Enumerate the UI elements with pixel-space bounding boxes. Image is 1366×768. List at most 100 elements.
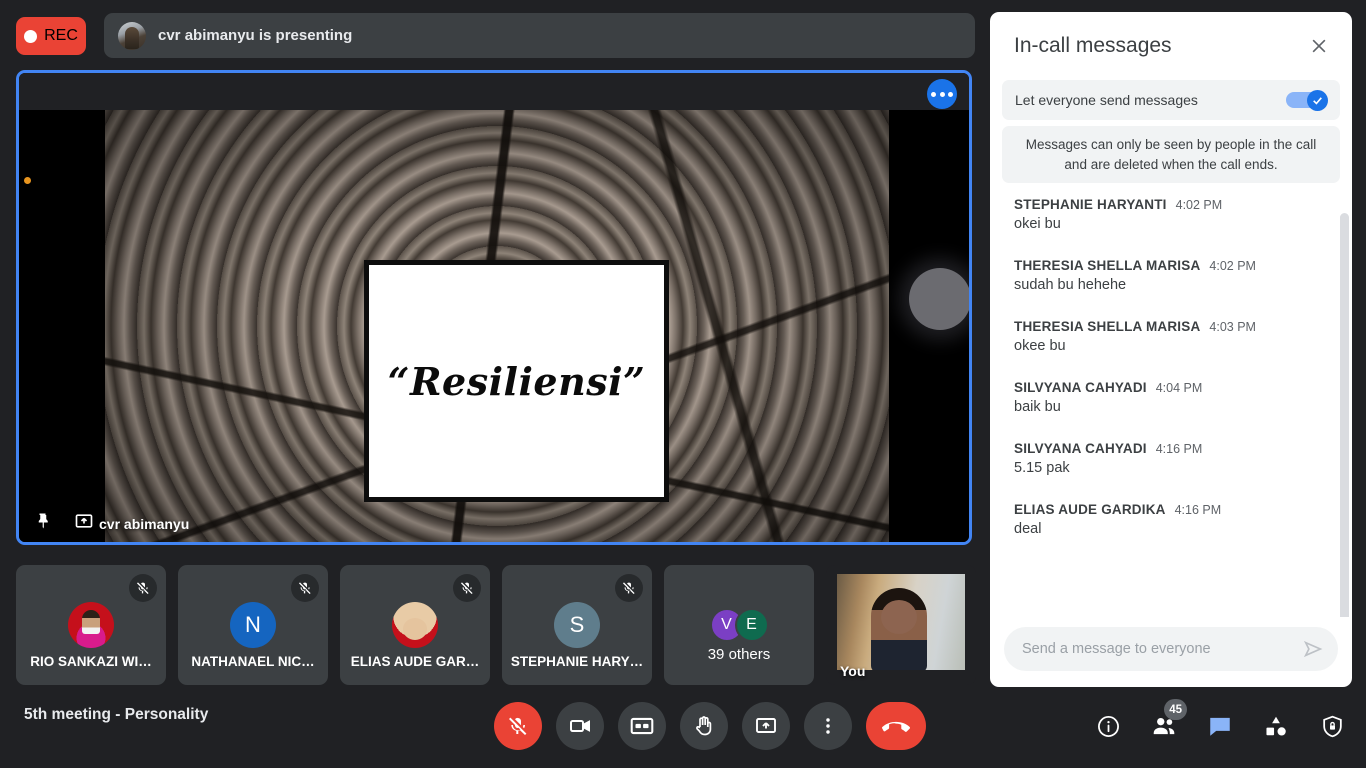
chat-message-time: 4:16 PM [1174, 503, 1222, 518]
chat-message: THERESIA SHELLA MARISA 4:02 PM sudah bu … [1014, 258, 1340, 293]
presenter-avatar [118, 21, 146, 50]
chat-message-author: ELIAS AUDE GARDIKA [1014, 502, 1166, 518]
chat-input-placeholder[interactable]: Send a message to everyone [1022, 641, 1292, 657]
chat-message: SILVYANA CAHYADI 4:04 PM baik bu [1014, 380, 1340, 415]
webcam-overlay-circle [909, 268, 969, 330]
thumbnail-name: ELIAS AUDE GAR… [350, 654, 480, 669]
camera-button[interactable] [556, 702, 604, 750]
avatar: E [734, 608, 769, 642]
activities-icon[interactable] [1258, 708, 1294, 744]
chat-message-author: THERESIA SHELLA MARISA [1014, 319, 1201, 335]
chat-message-time: 4:04 PM [1155, 381, 1203, 396]
bottom-control-bar: 5th meeting - Personality 45 [0, 688, 1366, 768]
chat-message-header: SILVYANA CAHYADI 4:16 PM [1014, 441, 1340, 456]
chat-toggle-label: Let everyone send messages [1015, 92, 1198, 108]
slide-title: “Resiliensi” [387, 358, 646, 404]
meeting-details-icon[interactable] [1090, 708, 1126, 744]
let-everyone-send-messages-row[interactable]: Let everyone send messages [1002, 80, 1340, 120]
avatar [68, 602, 114, 648]
more-options-button[interactable] [804, 702, 852, 750]
thumbnail-tile[interactable]: N NATHANAEL NIC… [178, 565, 328, 685]
mic-off-icon [129, 574, 157, 602]
stage-top-strip [19, 73, 969, 110]
dot-1-icon [931, 91, 936, 97]
others-tile[interactable]: V E 39 others [664, 565, 814, 685]
captions-button[interactable] [618, 702, 666, 750]
chat-message-text: baik bu [1014, 399, 1061, 416]
pin-icon[interactable] [31, 508, 57, 534]
presenting-banner: cvr abimanyu is presenting [104, 13, 975, 58]
others-count-label: 39 others [707, 646, 771, 663]
chat-message-author: STEPHANIE HARYANTI [1014, 197, 1167, 213]
microphone-off-button[interactable] [494, 702, 542, 750]
thumbnail-tile[interactable]: RIO SANKAZI WI… [16, 565, 166, 685]
chat-input-area: Send a message to everyone [990, 617, 1352, 687]
chat-privacy-notice: Messages can only be seen by people in t… [1002, 126, 1340, 184]
chat-input-row[interactable]: Send a message to everyone [1004, 627, 1338, 671]
in-call-messages-panel: In-call messages Let everyone send messa… [990, 12, 1352, 687]
self-view-tile[interactable]: You [826, 565, 976, 685]
present-icon[interactable] [71, 508, 97, 534]
end-call-button[interactable] [866, 702, 926, 750]
dot-2-icon [939, 91, 945, 97]
close-icon[interactable] [1304, 31, 1334, 61]
stage-body: “Resiliensi” cvr abimanyu [19, 110, 969, 542]
chat-message-author: THERESIA SHELLA MARISA [1014, 258, 1201, 274]
meet-app: REC cvr abimanyu is presenting “Resilien… [0, 0, 1366, 768]
chat-scrollbar[interactable] [1340, 183, 1349, 617]
meeting-title: 5th meeting - Personality [24, 706, 209, 723]
avatar [392, 602, 438, 648]
chat-message: ELIAS AUDE GARDIKA 4:16 PM deal [1014, 502, 1340, 537]
stage-presenter-name: cvr abimanyu [99, 516, 190, 532]
chat-message: STEPHANIE HARYANTI 4:02 PM okei bu [1014, 197, 1340, 232]
recording-badge[interactable]: REC [16, 17, 86, 55]
recording-label: REC [44, 27, 78, 44]
chat-scrollbar-thumb[interactable] [1340, 213, 1349, 617]
present-now-button[interactable] [742, 702, 790, 750]
stage-more-options-button[interactable] [927, 79, 957, 109]
chat-toggle-switch[interactable] [1286, 90, 1328, 111]
chat-message-time: 4:02 PM [1209, 259, 1256, 274]
chat-message-header: SILVYANA CAHYADI 4:04 PM [1014, 380, 1340, 395]
mic-off-icon [291, 574, 319, 602]
right-controls: 45 [1090, 699, 1350, 744]
people-icon[interactable]: 45 [1146, 699, 1187, 744]
chat-message-text: sudah bu hehehe [1014, 277, 1127, 294]
chat-message: SILVYANA CAHYADI 4:16 PM 5.15 pak [1014, 441, 1340, 476]
top-bar: REC cvr abimanyu is presenting [0, 0, 990, 70]
thumbnail-name: RIO SANKAZI WI… [30, 654, 152, 669]
chat-message-text: okei bu [1014, 216, 1061, 233]
others-avatars: V E [709, 608, 769, 642]
avatar: S [554, 602, 600, 648]
mic-off-icon [615, 574, 643, 602]
main-presentation-tile[interactable]: “Resiliensi” cvr abimanyu [16, 70, 972, 545]
thumbnail-tile[interactable]: S STEPHANIE HARY… [502, 565, 652, 685]
chat-message-text: 5.15 pak [1014, 460, 1070, 477]
shared-slide-canvas: “Resiliensi” [105, 110, 889, 542]
chat-message-time: 4:02 PM [1175, 198, 1223, 213]
send-icon[interactable] [1302, 638, 1324, 660]
raise-hand-button[interactable] [680, 702, 728, 750]
chat-icon[interactable] [1202, 708, 1238, 744]
host-controls-icon[interactable] [1314, 708, 1350, 744]
slide-card: “Resiliensi” [364, 260, 669, 502]
self-label: You [840, 663, 866, 679]
thumbnail-name: STEPHANIE HARY… [510, 654, 644, 669]
chat-message: THERESIA SHELLA MARISA 4:03 PM okee bu [1014, 319, 1340, 354]
chat-message-header: ELIAS AUDE GARDIKA 4:16 PM [1014, 502, 1340, 517]
chat-message-time: 4:03 PM [1209, 320, 1256, 335]
mic-off-icon [453, 574, 481, 602]
chat-panel-title: In-call messages [1014, 34, 1172, 57]
chat-message-list[interactable]: STEPHANIE HARYANTI 4:02 PM okei bu THERE… [990, 183, 1352, 617]
chat-message-author: SILVYANA CAHYADI [1014, 380, 1147, 396]
chat-message-text: okee bu [1014, 338, 1066, 355]
chat-message-author: SILVYANA CAHYADI [1014, 441, 1147, 457]
self-video-feed [837, 574, 965, 670]
chat-message-header: THERESIA SHELLA MARISA 4:02 PM [1014, 258, 1340, 273]
participant-thumbnail-strip: RIO SANKAZI WI… N NATHANAEL NIC… ELIAS A… [16, 565, 976, 685]
avatar: N [230, 602, 276, 648]
chat-message-text: deal [1014, 521, 1042, 538]
thumbnail-tile[interactable]: ELIAS AUDE GAR… [340, 565, 490, 685]
record-dot-icon [24, 29, 38, 43]
stage-bottom-controls [31, 508, 97, 534]
